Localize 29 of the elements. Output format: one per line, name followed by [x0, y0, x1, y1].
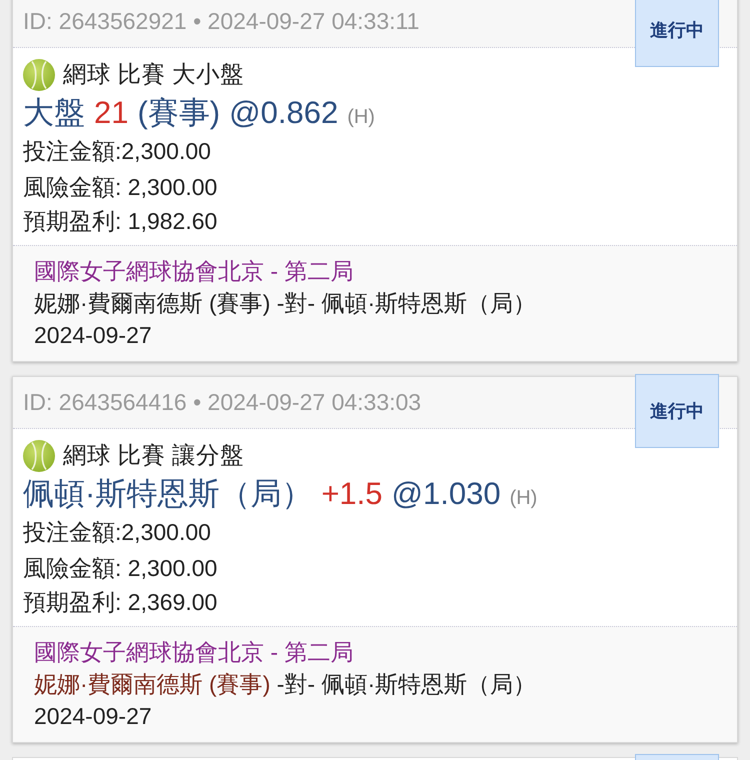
handicap-value: +1.5 — [321, 475, 383, 513]
handicap-value: 21 — [94, 94, 128, 132]
selection-label: 佩頓·斯特恩斯（局） — [23, 475, 312, 513]
market-type: 網球 比賽 讓分盤 — [63, 441, 244, 470]
match-date: 2024-09-27 — [34, 702, 153, 731]
status-badge: 進行中 — [635, 374, 719, 448]
league-round: 國際女子網球協會北京 - 第二局 — [34, 257, 354, 286]
amount-row-text: 風險金額: 2,300.00 — [23, 554, 218, 583]
amount-row-text: 風險金額: 2,300.00 — [23, 172, 218, 202]
selection-label: (賽事) — [137, 94, 220, 132]
league-round: 國際女子網球協會北京 - 第二局 — [34, 638, 354, 667]
match-teams: 妮娜·費爾南德斯 (賽事) -對- 佩頓·斯特恩斯（局） — [34, 289, 538, 318]
amount-row-text: 預期盈利: 2,369.00 — [23, 588, 218, 617]
odds-value: @0.862 — [229, 94, 338, 132]
amount-row-text: 投注金額:2,300.00 — [23, 518, 211, 547]
amount-row-text: 預期盈利: 1,982.60 — [23, 206, 218, 236]
status-badge: 進行中 — [635, 0, 719, 67]
match-date: 2024-09-27 — [34, 321, 153, 350]
selection-label: 大盤 — [23, 94, 85, 132]
tennis-ball-icon — [23, 440, 55, 472]
market-type: 網球 比賽 大小盤 — [63, 60, 244, 90]
odds-format: (H) — [510, 486, 538, 511]
odds-format: (H) — [347, 105, 375, 130]
odds-value: @1.030 — [392, 475, 501, 513]
bet-id-timestamp: ID: 2643562921 • 2024-09-27 04:33:11 — [23, 7, 420, 36]
match-teams: 妮娜·費爾南德斯 (賽事) -對- 佩頓·斯特恩斯（局） — [34, 670, 538, 699]
amount-row-text: 投注金額:2,300.00 — [23, 136, 211, 166]
bet-id-timestamp: ID: 2643564416 • 2024-09-27 04:33:03 — [23, 388, 422, 418]
tennis-ball-icon — [23, 59, 55, 91]
